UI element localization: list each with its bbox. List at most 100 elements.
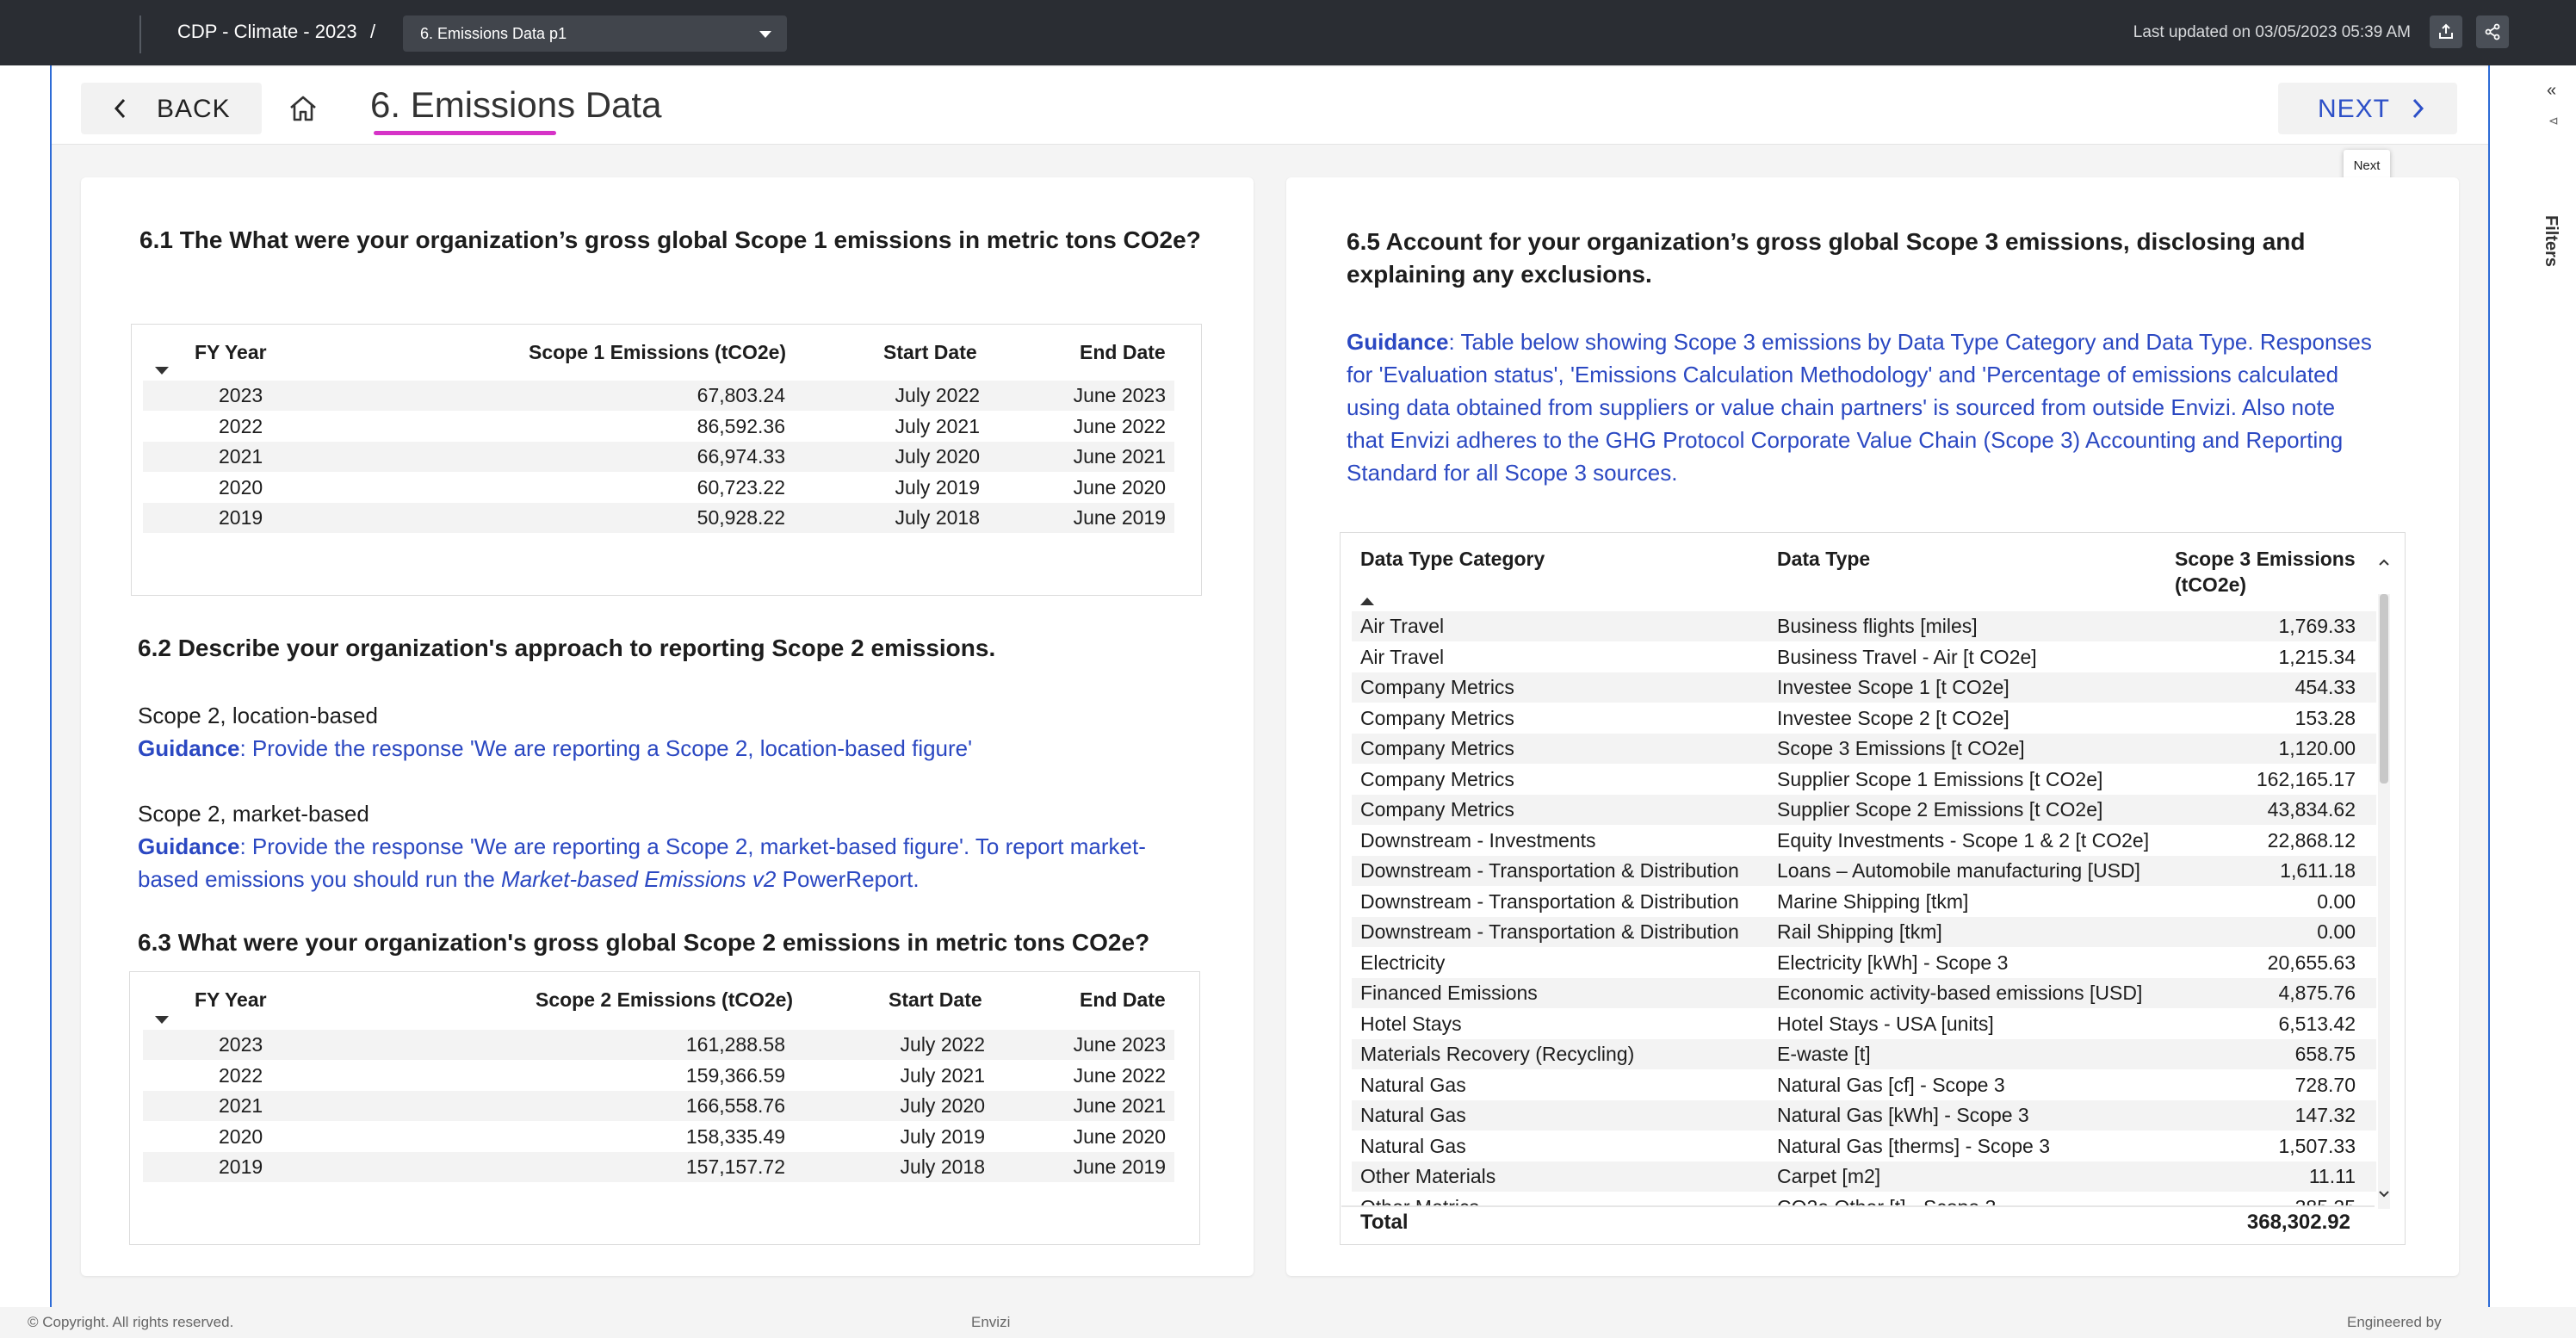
scope2-header-start[interactable]: Start Date <box>889 988 982 1012</box>
table-row[interactable]: Downstream - Transportation & Distributi… <box>1352 856 2376 886</box>
table-row[interactable]: Hotel Stays Hotel Stays - USA [units] 6,51… <box>1352 1009 2376 1039</box>
table-row[interactable]: Electricity Electricity [kWh] - Scope 3 20… <box>1352 948 2376 978</box>
table-cell: CO2e Other [t] - Scope 3 <box>1777 1196 1996 1206</box>
filters-label: Filters <box>2542 215 2561 268</box>
scope1-header-year[interactable]: FY Year <box>195 341 267 364</box>
question-6-5-line: 6.5 Account for your organization’s gros… <box>1347 228 2306 255</box>
table-row[interactable]: Company Metrics Scope 3 Emissions [t CO2e… <box>1352 734 2376 764</box>
table-cell: 2019 <box>219 1155 263 1178</box>
scroll-down-icon[interactable] <box>2378 1188 2390 1200</box>
scroll-up-icon[interactable] <box>2378 556 2390 568</box>
table-row[interactable]: Other Materials Carpet [m2] 11.11 <box>1352 1161 2376 1192</box>
table-row[interactable]: 2023 67,803.24 July 2022 June 2023 <box>143 381 1174 411</box>
table-row[interactable]: 2021 166,558.76 July 2020 June 2021 <box>143 1091 1174 1121</box>
sort-asc-icon[interactable] <box>1360 598 1374 605</box>
table-row[interactable]: Company Metrics Supplier Scope 1 Emission… <box>1352 765 2376 795</box>
next-button[interactable]: NEXT <box>2278 83 2457 134</box>
table-row[interactable]: 2023 161,288.58 July 2022 June 2023 <box>143 1030 1174 1060</box>
table-cell: Natural Gas <box>1360 1073 1466 1096</box>
table-cell: 2019 <box>219 506 263 529</box>
scope3-header-type[interactable]: Data Type <box>1777 548 1870 571</box>
total-divider <box>1341 1205 2375 1207</box>
table-cell: 67,803.24 <box>697 384 785 406</box>
table-row[interactable]: Air Travel Business Travel - Air [t CO2e]… <box>1352 642 2376 672</box>
table-cell: 2021 <box>219 445 263 468</box>
scope3-total-value: 368,302.92 <box>2246 1211 2350 1234</box>
filters-pane[interactable]: « ⊲ Filters <box>2531 77 2576 301</box>
collapse-filters-icon[interactable]: « <box>2547 81 2556 101</box>
table-row[interactable]: 2019 50,928.22 July 2018 June 2019 <box>143 503 1174 533</box>
scope3-header-emissions[interactable]: Scope 3 Emissions <box>2175 548 2356 571</box>
table-cell: 4,875.76 <box>2278 982 2356 1004</box>
table-cell: Rail Shipping [tkm] <box>1777 920 1942 943</box>
share-icon <box>2485 23 2500 40</box>
table-cell: June 2023 <box>1073 1033 1166 1056</box>
table-cell: June 2021 <box>1073 1094 1166 1117</box>
table-row[interactable]: Natural Gas Natural Gas [cf] - Scope 3 728… <box>1352 1070 2376 1100</box>
question-6-5-line: explaining any exclusions. <box>1347 261 1652 288</box>
table-cell: Hotel Stays <box>1360 1012 1462 1035</box>
scope2-header-end[interactable]: End Date <box>1080 988 1166 1012</box>
export-button[interactable] <box>2430 15 2462 48</box>
back-button[interactable]: BACK <box>81 83 262 134</box>
table-row[interactable]: Natural Gas Natural Gas [therms] - Scope … <box>1352 1131 2376 1161</box>
scope1-header-start[interactable]: Start Date <box>883 341 977 364</box>
table-cell: 2023 <box>219 384 263 406</box>
table-row[interactable]: Downstream - Investments Equity Investmen… <box>1352 826 2376 856</box>
table-row[interactable]: Materials Recovery (Recycling) E-waste [t… <box>1352 1039 2376 1069</box>
table-row[interactable]: Company Metrics Investee Scope 2 [t CO2e]… <box>1352 703 2376 734</box>
table-row[interactable]: Company Metrics Investee Scope 1 [t CO2e]… <box>1352 672 2376 703</box>
page-select-value: 6. Emissions Data p1 <box>420 25 567 42</box>
scope3-total-label: Total <box>1360 1211 1409 1234</box>
back-label: BACK <box>157 95 231 123</box>
scope1-header-end[interactable]: End Date <box>1080 341 1166 364</box>
table-cell: 147.32 <box>2294 1104 2356 1126</box>
guidance-text: : Provide the response 'We are reporting… <box>239 735 973 761</box>
scope2-header-year[interactable]: FY Year <box>195 988 267 1012</box>
scope3-scroll-thumb[interactable] <box>2380 594 2388 784</box>
table-cell: 454.33 <box>2294 676 2356 698</box>
table-row[interactable]: 2021 66,974.33 July 2020 June 2021 <box>143 442 1174 472</box>
table-cell: 1,611.18 <box>2280 859 2356 882</box>
table-cell: Company Metrics <box>1360 798 1514 821</box>
page-select[interactable]: 6. Emissions Data p1 <box>403 15 787 52</box>
table-row[interactable]: 2022 86,592.36 July 2021 June 2022 <box>143 412 1174 442</box>
table-row[interactable]: Financed Emissions Economic activity-base… <box>1352 978 2376 1008</box>
table-cell: 1,120.00 <box>2278 737 2356 759</box>
table-row[interactable]: Downstream - Transportation & Distributi… <box>1352 887 2376 917</box>
app-title[interactable]: CDP - Climate - 2023 <box>177 21 357 43</box>
table-row[interactable]: Air Travel Business flights [miles] 1,769.… <box>1352 611 2376 641</box>
table-row[interactable]: 2022 159,366.59 July 2021 June 2022 <box>143 1061 1174 1091</box>
table-cell: June 2023 <box>1073 384 1166 406</box>
top-bar: CDP - Climate - 2023 / 6. Emissions Data… <box>0 0 2576 65</box>
sort-desc-icon[interactable] <box>155 367 169 375</box>
table-cell: Supplier Scope 2 Emissions [t CO2e] <box>1777 798 2103 821</box>
home-button[interactable] <box>281 83 325 134</box>
scope2-header-emissions[interactable]: Scope 2 Emissions (tCO2e) <box>536 988 793 1012</box>
table-cell: Hotel Stays - USA [units] <box>1777 1012 1994 1035</box>
table-cell: 2022 <box>219 1063 263 1087</box>
table-row[interactable]: Other Metrics CO2e Other [t] - Scope 3 385… <box>1352 1192 2376 1206</box>
scope3-scroll-area[interactable]: Air Travel Business flights [miles] 1,769.… <box>1340 611 2376 1205</box>
table-cell: 1,215.34 <box>2278 645 2356 668</box>
table-cell: Downstream - Transportation & Distributi… <box>1360 889 1739 913</box>
table-row[interactable]: Downstream - Transportation & Distributi… <box>1352 917 2376 947</box>
table-row[interactable]: Natural Gas Natural Gas [kWh] - Scope 3 14… <box>1352 1100 2376 1130</box>
scope1-header-emissions[interactable]: Scope 1 Emissions (tCO2e) <box>529 341 786 364</box>
table-row[interactable]: 2020 158,335.49 July 2019 June 2020 <box>143 1122 1174 1152</box>
scope2-location-label: Scope 2, location-based <box>138 703 378 728</box>
scope3-header-category[interactable]: Data Type Category <box>1360 548 1545 571</box>
table-cell: July 2022 <box>900 1033 985 1056</box>
table-cell: 22,868.12 <box>2267 828 2356 852</box>
sort-desc-icon[interactable] <box>155 1016 169 1024</box>
guidance-line: that Envizi adheres to the GHG Protocol … <box>1347 427 2344 453</box>
table-row[interactable]: Company Metrics Supplier Scope 2 Emission… <box>1352 795 2376 825</box>
table-cell: 20,655.63 <box>2267 951 2356 974</box>
chevron-left-icon <box>114 98 126 119</box>
pin-icon: ⊲ <box>2548 114 2559 127</box>
footer-brand: Envizi <box>971 1314 1011 1330</box>
table-row[interactable]: 2020 60,723.22 July 2019 June 2020 <box>143 473 1174 503</box>
table-row[interactable]: 2019 157,157.72 July 2018 June 2019 <box>143 1152 1174 1182</box>
share-button[interactable] <box>2476 15 2509 48</box>
table-cell: 2022 <box>219 414 263 437</box>
